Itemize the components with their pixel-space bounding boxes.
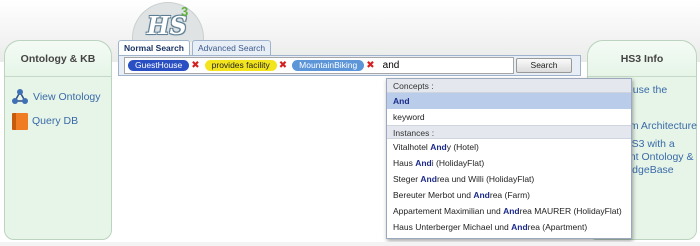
suggestion-instance[interactable]: Bereuter Merbot und Andrea (Farm): [387, 187, 631, 203]
tab-normal-search[interactable]: Normal Search: [118, 40, 190, 55]
chip-property[interactable]: provides facility: [204, 60, 277, 71]
remove-chip-icon[interactable]: ✖: [366, 60, 374, 71]
suggestion-text: Haus Unterberger Michael und: [393, 222, 512, 232]
suggestion-match-highlight: And: [473, 190, 490, 200]
suggestion-text: Vitalhotel: [393, 142, 431, 152]
panel-title: Ontology & KB: [5, 41, 111, 77]
suggestion-concept[interactable]: And: [387, 93, 631, 109]
info-line[interactable]: em Architecture: [624, 120, 697, 133]
suggestion-concept[interactable]: keyword: [387, 109, 631, 125]
tab-advanced-search[interactable]: Advanced Search: [192, 40, 272, 55]
view-ontology-link[interactable]: View Ontology: [9, 85, 107, 109]
suggestion-text: rea MAURER (HolidayFlat): [519, 206, 622, 216]
query-db-link[interactable]: Query DB: [9, 109, 107, 133]
chip-class[interactable]: GuestHouse: [128, 60, 190, 71]
info-line[interactable]: ent Ontology &: [624, 151, 693, 164]
suggestion-text: rea und Willi (HolidayFlat): [436, 174, 535, 184]
view-ontology-label: View Ontology: [33, 91, 101, 103]
suggestion-instance[interactable]: Haus Unterberger Michael und Andrea (Apa…: [387, 219, 631, 235]
search-area: Normal Search Advanced Search GuestHouse…: [118, 40, 581, 76]
instances-list: Vitalhotel Andy (Hotel) Haus Andi (Holida…: [387, 139, 631, 235]
database-icon: [12, 112, 28, 130]
suggestion-text: rea (Apartment): [527, 222, 588, 232]
footer-band: [0, 242, 700, 246]
suggestion-match-highlight: And: [511, 222, 528, 232]
suggestion-text: Bereuter Merbot und: [393, 190, 474, 200]
search-input[interactable]: GuestHouse ✖ provides facility ✖ Mountai…: [124, 57, 514, 74]
suggestion-text: Appartement Maximilian und: [393, 206, 504, 216]
suggestion-match-highlight: And: [415, 158, 432, 168]
suggestion-match-highlight: And: [430, 142, 447, 152]
suggestion-text: Steger: [393, 174, 421, 184]
suggestion-match-highlight: And: [420, 174, 437, 184]
remove-chip-icon[interactable]: ✖: [191, 60, 199, 71]
suggestion-text: i (HolidayFlat): [431, 158, 485, 168]
suggestion-match-highlight: And: [503, 206, 520, 216]
search-button[interactable]: Search: [516, 58, 572, 73]
ontology-kb-panel: Ontology & KB View Ontology Query DB: [4, 40, 112, 240]
suggestion-instance[interactable]: Vitalhotel Andy (Hotel): [387, 139, 631, 155]
search-box: GuestHouse ✖ provides facility ✖ Mountai…: [118, 55, 581, 76]
panel-title: HS3 Info: [588, 41, 696, 77]
chip-instance[interactable]: MountainBiking: [292, 60, 365, 71]
instances-header: Instances :: [387, 125, 631, 139]
autocomplete-dropdown: Concepts : And keyword Instances : Vital…: [386, 78, 632, 239]
suggestion-text: rea (Farm): [489, 190, 530, 200]
logo-superscript: 3: [181, 4, 189, 19]
remove-chip-icon[interactable]: ✖: [279, 60, 287, 71]
suggestion-instance[interactable]: Steger Andrea und Willi (HolidayFlat): [387, 171, 631, 187]
search-tabs: Normal Search Advanced Search: [118, 40, 273, 55]
suggestion-instance[interactable]: Appartement Maximilian und Andrea MAURER…: [387, 203, 631, 219]
concepts-header: Concepts :: [387, 79, 631, 93]
suggestion-text: Haus: [393, 158, 416, 168]
suggestion-text: y (Hotel): [446, 142, 479, 152]
query-db-label: Query DB: [32, 115, 79, 127]
query-text[interactable]: and: [383, 60, 400, 71]
suggestion-instance[interactable]: Haus Andi (HolidayFlat): [387, 155, 631, 171]
ontology-graph-icon: [12, 89, 28, 104]
